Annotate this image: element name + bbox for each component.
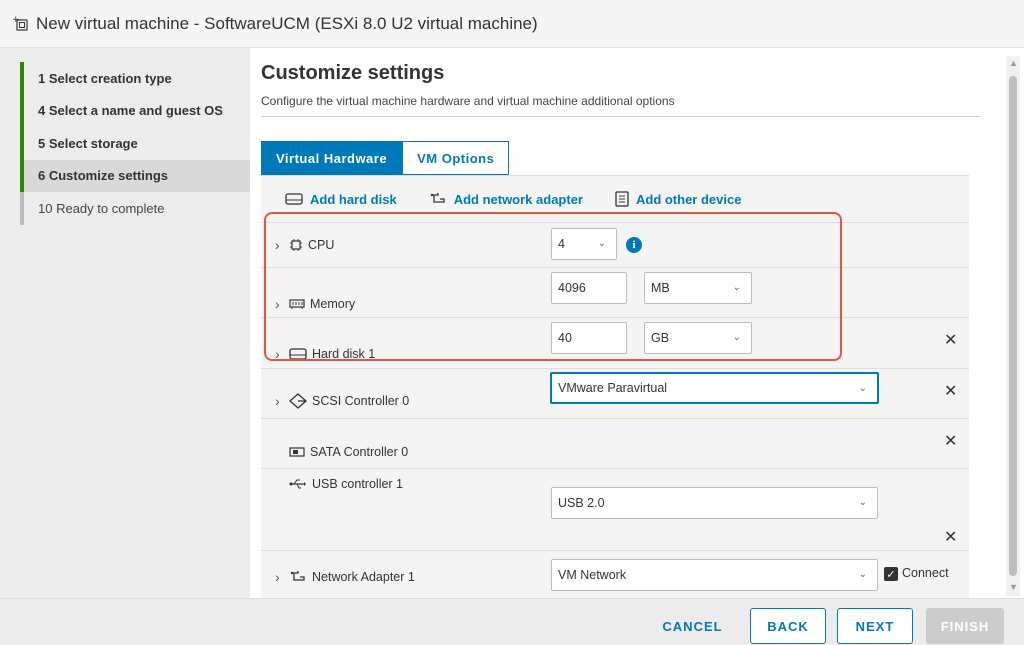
hard-disk-icon [285, 193, 303, 205]
add-other-device-button[interactable]: Add other device [615, 191, 741, 207]
sata-controller-icon [289, 447, 305, 457]
network-expander[interactable]: › Network Adapter 1 [275, 569, 415, 585]
scsi-type-select[interactable]: VMware Paravirtual ⌄ [550, 372, 879, 404]
hardware-row-cpu: › CPU 4 ⌄ i [261, 222, 969, 267]
tab-vm-options[interactable]: VM Options [402, 141, 510, 175]
add-hard-disk-button[interactable]: Add hard disk [285, 192, 397, 207]
step-ready-to-complete[interactable]: 10 Ready to complete [20, 192, 250, 225]
hard-disk-expander[interactable]: › Hard disk 1 [275, 346, 375, 362]
remove-usb-button[interactable]: ✕ [944, 527, 957, 547]
chevron-down-icon: ⌄ [597, 238, 606, 249]
scroll-up-icon[interactable]: ▲ [1009, 58, 1018, 68]
add-device-toolbar: Add hard disk Add network adapter Add ot… [261, 176, 969, 222]
connect-checkbox[interactable]: ✓ [884, 567, 898, 581]
chevron-right-icon: › [275, 393, 280, 409]
cpu-expander[interactable]: › CPU [275, 237, 334, 253]
cancel-button[interactable]: CANCEL [650, 608, 735, 644]
tab-virtual-hardware[interactable]: Virtual Hardware [261, 141, 403, 175]
hardware-row-sata: SATA Controller 0 ✕ [261, 418, 969, 468]
cpu-count-select[interactable]: 4 ⌄ [551, 228, 617, 260]
memory-label: Memory [310, 297, 356, 311]
connect-label: Connect [902, 566, 949, 580]
wizard-steps: 1 Select creation type 4 Select a name a… [20, 62, 250, 225]
scroll-thumb[interactable] [1009, 76, 1017, 576]
window-title: New virtual machine - SoftwareUCM (ESXi … [36, 13, 538, 33]
chevron-down-icon: ⌄ [858, 383, 867, 394]
network-label: Network Adapter 1 [312, 570, 415, 584]
memory-unit-select[interactable]: MB ⌄ [644, 272, 752, 304]
chevron-right-icon: › [275, 346, 280, 362]
wizard-footer: CANCEL BACK NEXT FINISH [0, 598, 1024, 645]
chevron-right-icon: › [275, 296, 280, 312]
usb-label: USB controller 1 [312, 477, 404, 491]
main-scrollbar[interactable]: ▲ ▼ [1006, 56, 1020, 596]
hard-disk-label: Hard disk 1 [312, 347, 376, 361]
page-subtitle: Configure the virtual machine hardware a… [261, 94, 675, 108]
hard-disk-icon [289, 348, 307, 360]
chevron-down-icon: ⌄ [858, 497, 867, 508]
remove-sata-button[interactable]: ✕ [944, 431, 957, 451]
hardware-row-network: › Network Adapter 1 VM Network ⌄ ✓ Connec… [261, 550, 969, 598]
back-button[interactable]: BACK [750, 608, 826, 644]
network-adapter-icon [430, 193, 445, 203]
remove-hard-disk-button[interactable]: ✕ [944, 330, 957, 350]
new-vm-icon: + [12, 15, 28, 31]
wizard-sidebar: 1 Select creation type 4 Select a name a… [0, 48, 250, 598]
step-select-name-guest-os[interactable]: 4 Select a name and guest OS [20, 94, 250, 127]
sata-item: SATA Controller 0 [289, 445, 408, 459]
hardware-panel: Add hard disk Add network adapter Add ot… [261, 175, 969, 598]
chevron-down-icon: ⌄ [732, 332, 741, 343]
cpu-icon [290, 239, 302, 251]
usb-item: USB controller 1 [289, 477, 403, 491]
cpu-label: CPU [308, 238, 335, 252]
page-title: Customize settings [261, 62, 445, 84]
sata-label: SATA Controller 0 [310, 445, 409, 459]
add-network-adapter-button[interactable]: Add network adapter [429, 192, 583, 207]
step-select-creation-type[interactable]: 1 Select creation type [20, 62, 250, 95]
info-icon[interactable]: i [626, 237, 642, 253]
remove-scsi-button[interactable]: ✕ [944, 381, 957, 401]
finish-button[interactable]: FINISH [926, 608, 1004, 644]
main-content: Customize settings Configure the virtual… [250, 48, 1006, 598]
hardware-row-usb: USB controller 1 USB 2.0 ⌄ ✕ [261, 468, 969, 550]
chevron-down-icon: ⌄ [732, 282, 741, 293]
scsi-expander[interactable]: › SCSI Controller 0 [275, 393, 409, 409]
step-customize-settings[interactable]: 6 Customize settings [20, 159, 250, 192]
step-select-storage[interactable]: 5 Select storage [20, 127, 250, 160]
window-titlebar: + New virtual machine - SoftwareUCM (ESX… [0, 0, 1024, 48]
usb-version-select[interactable]: USB 2.0 ⌄ [551, 487, 878, 519]
memory-icon [289, 299, 305, 309]
memory-expander[interactable]: › Memory [275, 296, 355, 312]
chevron-right-icon: › [275, 237, 280, 253]
other-device-icon [615, 191, 629, 207]
scroll-down-icon[interactable]: ▼ [1009, 582, 1018, 592]
chevron-right-icon: › [275, 569, 280, 585]
scsi-controller-icon [289, 393, 307, 409]
hard-disk-size-input[interactable]: 40 [551, 322, 627, 354]
divider [261, 116, 980, 117]
next-button[interactable]: NEXT [837, 608, 913, 644]
hardware-row-memory: › Memory 4096 MB ⌄ [261, 267, 969, 317]
settings-tabs: Virtual Hardware VM Options [261, 141, 510, 175]
chevron-down-icon: ⌄ [858, 569, 867, 580]
memory-size-input[interactable]: 4096 [551, 272, 627, 304]
hardware-row-scsi: › SCSI Controller 0 VMware Paravirtual ⌄ … [261, 368, 969, 418]
network-adapter-icon [290, 571, 305, 581]
hardware-row-hard-disk: › Hard disk 1 40 GB ⌄ ✕ [261, 317, 969, 368]
usb-icon [289, 479, 306, 489]
scsi-label: SCSI Controller 0 [312, 394, 410, 408]
hard-disk-unit-select[interactable]: GB ⌄ [644, 322, 752, 354]
network-select[interactable]: VM Network ⌄ [551, 559, 878, 591]
